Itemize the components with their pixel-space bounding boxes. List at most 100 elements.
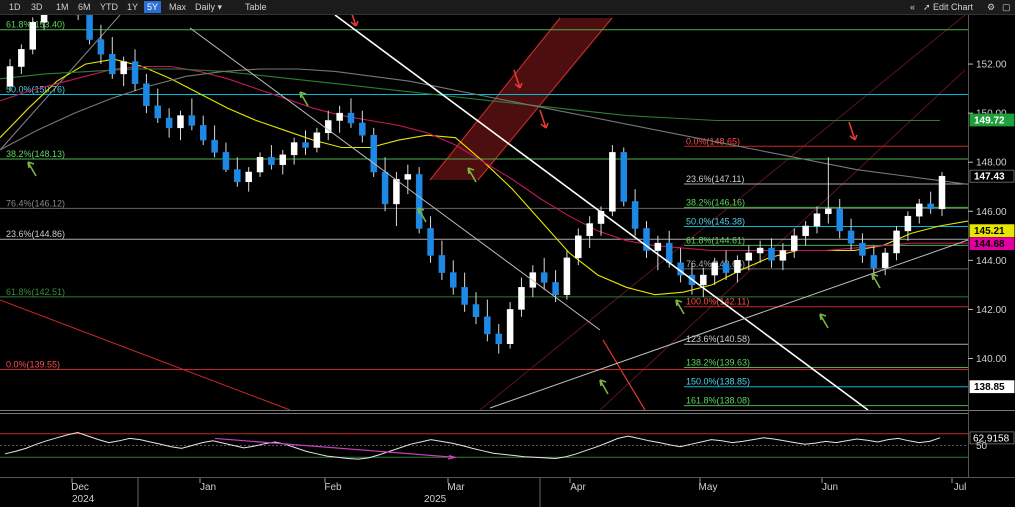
candle-body: [484, 316, 491, 335]
x-year-label: 2025: [424, 494, 447, 505]
candle-body: [722, 262, 730, 273]
price-tag-label: 144.68: [974, 239, 1005, 250]
table-button[interactable]: Table: [242, 1, 270, 13]
candle-body: [336, 112, 343, 121]
price-tick-label: 140.00: [976, 354, 1007, 365]
candle-body: [700, 274, 707, 286]
resistance-arrow-icon: [539, 109, 549, 129]
x-tick-label: May: [699, 482, 718, 493]
x-tick-label: Feb: [324, 482, 342, 493]
candle-body: [756, 247, 764, 254]
support-arrow-icon: [819, 313, 829, 329]
candle-body: [381, 171, 389, 205]
candle-body: [359, 122, 366, 136]
rsi-tick-label: 50: [976, 441, 988, 452]
candle-body: [438, 255, 446, 273]
candle-body: [86, 15, 93, 40]
candle-body: [745, 252, 753, 261]
candle-body: [97, 39, 105, 55]
interval-dropdown[interactable]: Daily ▾: [192, 1, 225, 13]
trend-line-red: [602, 339, 646, 410]
candle-body: [938, 175, 946, 210]
x-tick-label: Jun: [822, 482, 838, 493]
candle-body: [904, 215, 912, 232]
x-tick-label: Mar: [447, 482, 465, 493]
candle-body: [120, 61, 127, 75]
fib-label: 0.0%(139.55): [6, 360, 60, 370]
candle-body: [461, 287, 468, 305]
support-arrow-icon: [599, 379, 609, 395]
candle-body: [313, 132, 321, 148]
chart-toolbar: 1D 3D 1M 6M YTD 1Y 5Y Max Daily ▾ Table «➚ Edit Ch…: [0, 0, 1015, 15]
rsi-divergence-line: [214, 437, 456, 458]
candle-body: [393, 179, 400, 205]
candle-body: [131, 61, 139, 84]
fib-label: 61.8%(142.51): [6, 287, 65, 297]
range-button-6m[interactable]: 6M: [75, 1, 94, 13]
x-year-label: 2024: [72, 494, 95, 505]
x-tick-label: Apr: [570, 482, 586, 493]
candle-body: [563, 257, 571, 295]
candle-body: [654, 242, 662, 251]
candle-body: [290, 142, 298, 156]
downtrend-line: [334, 15, 869, 410]
candle-body: [177, 115, 184, 129]
candle-body: [620, 152, 628, 202]
candle-body: [302, 142, 309, 148]
price-tick-label: 142.00: [976, 305, 1007, 316]
price-tick-label: 152.00: [976, 60, 1007, 71]
candle-body: [586, 223, 593, 237]
candle-body: [245, 171, 252, 183]
price-chart: 61.8%(153.40)50.0%(150.76)38.2%(148.13)7…: [0, 15, 1015, 507]
candle-body: [711, 262, 718, 276]
fib-label: 38.2%(148.13): [6, 149, 65, 159]
gear-icon[interactable]: ⚙: [984, 1, 998, 13]
price-tag-label: 149.72: [974, 116, 1005, 127]
support-arrow-icon: [27, 161, 37, 177]
fib-label: 138.2%(139.63): [686, 358, 750, 368]
support-arrow-icon: [675, 299, 685, 315]
edit-chart-button[interactable]: ➚ Edit Chart: [920, 1, 976, 13]
candle-body: [143, 83, 150, 107]
candle-body: [211, 139, 218, 153]
price-tick-label: 144.00: [976, 256, 1007, 267]
range-button-max[interactable]: Max: [166, 1, 189, 13]
fib-label: 50.0%(145.38): [686, 216, 745, 226]
range-button-1m[interactable]: 1M: [53, 1, 72, 13]
x-tick-label: Dec: [71, 482, 89, 493]
range-button-1d[interactable]: 1D: [6, 1, 24, 13]
range-button-1y[interactable]: 1Y: [124, 1, 141, 13]
candle-body: [825, 208, 832, 214]
candle-body: [609, 152, 616, 212]
fib-label: 23.6%(144.86): [6, 229, 65, 239]
range-button-5y[interactable]: 5Y: [144, 1, 162, 13]
price-tag-label: 147.43: [974, 172, 1005, 183]
candle-body: [415, 174, 423, 229]
candle-body: [768, 247, 775, 261]
candle-body: [506, 309, 514, 345]
candle-body: [802, 225, 809, 237]
range-button-ytd[interactable]: YTD: [97, 1, 121, 13]
collapse-icon[interactable]: «: [907, 1, 918, 13]
candle-body: [518, 287, 525, 310]
fib-label: 61.8%(144.61): [686, 235, 745, 245]
maximize-icon[interactable]: ▢: [999, 1, 1014, 13]
candle-body: [552, 282, 559, 295]
candle-body: [847, 230, 855, 244]
trend-line-red: [0, 299, 291, 410]
candle-body: [234, 169, 241, 183]
candle-body: [450, 272, 457, 288]
candle-body: [893, 230, 900, 254]
candle-body: [859, 242, 866, 256]
candle-body: [18, 49, 25, 67]
price-tick-label: 146.00: [976, 207, 1007, 218]
fib-label: 161.8%(138.08): [686, 396, 750, 406]
candle-body: [734, 260, 741, 273]
candle-body: [665, 242, 673, 264]
x-tick-label: Jan: [200, 482, 216, 493]
range-button-3d[interactable]: 3D: [28, 1, 46, 13]
candle-body: [6, 66, 14, 87]
candle-body: [165, 117, 173, 129]
candle-body: [881, 252, 889, 268]
candle-body: [836, 208, 843, 232]
